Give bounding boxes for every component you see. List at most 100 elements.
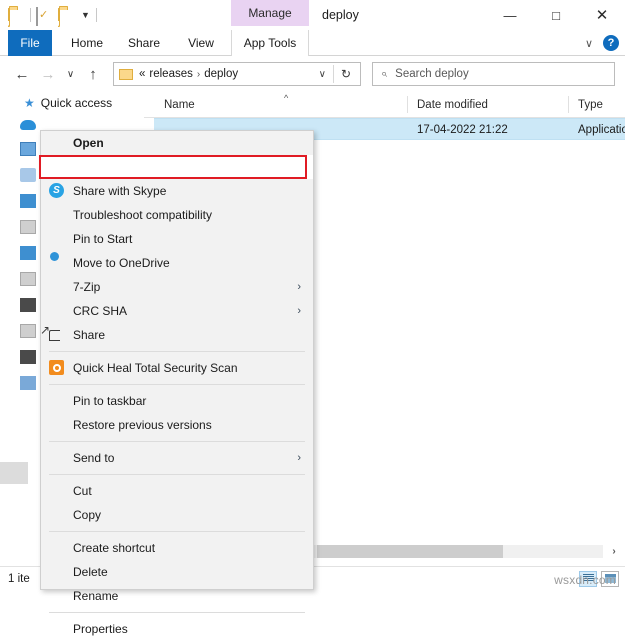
ribbon-right-controls: ∨ ? bbox=[585, 30, 619, 56]
skype-icon: S bbox=[49, 183, 65, 199]
menu-item-rename[interactable]: Rename bbox=[41, 584, 313, 608]
menu-item-label: Restore previous versions bbox=[73, 418, 212, 432]
column-header-name[interactable]: Name bbox=[164, 99, 195, 111]
new-folder-icon[interactable] bbox=[58, 7, 75, 27]
menu-item-label: Share bbox=[73, 328, 106, 342]
menu-item-open[interactable]: Open bbox=[41, 131, 313, 155]
chevron-right-icon: › bbox=[297, 281, 301, 293]
folder-icon bbox=[119, 68, 133, 80]
menu-item-pin-to-start[interactable]: Pin to Start bbox=[41, 227, 313, 251]
search-input[interactable]: Search deploy bbox=[395, 68, 469, 80]
menu-item-label: Rename bbox=[73, 589, 119, 603]
chevron-down-icon[interactable]: ∨ bbox=[585, 37, 593, 50]
tab-app-tools[interactable]: App Tools bbox=[231, 30, 309, 56]
quick-access-toolbar: ▼ bbox=[0, 0, 97, 30]
search-box[interactable]: ⌕ Search deploy bbox=[372, 62, 615, 86]
chevron-right-icon: › bbox=[297, 452, 301, 464]
sidebar-item-label: Quick access bbox=[40, 96, 113, 110]
sort-ascending-icon: ^ bbox=[284, 93, 289, 103]
refresh-icon[interactable]: ↻ bbox=[334, 67, 358, 81]
column-header-row: ^ Name Date modified Type bbox=[144, 92, 625, 118]
breadcrumb-item-releases[interactable]: releases bbox=[149, 68, 192, 80]
maximize-button[interactable]: □ bbox=[533, 0, 579, 30]
menu-item-label: Properties bbox=[73, 622, 128, 636]
menu-item-label: Cut bbox=[73, 484, 92, 498]
menu-item-label: CRC SHA bbox=[73, 304, 128, 318]
divider bbox=[30, 8, 31, 22]
column-divider[interactable] bbox=[407, 96, 408, 113]
menu-item-crc-sha[interactable]: CRC SHA › bbox=[41, 299, 313, 323]
column-divider[interactable] bbox=[568, 96, 569, 113]
tab-share[interactable]: Share bbox=[118, 30, 170, 56]
menu-item-label: Quick Heal Total Security Scan bbox=[73, 361, 238, 375]
menu-item-label: Create shortcut bbox=[73, 541, 156, 555]
search-icon: ⌕ bbox=[381, 67, 388, 80]
menu-item-create-shortcut[interactable]: Create shortcut bbox=[41, 536, 313, 560]
menu-item-7-zip[interactable]: 7-Zip › bbox=[41, 275, 313, 299]
column-header-date-modified[interactable]: Date modified bbox=[417, 99, 488, 111]
breadcrumb-overflow[interactable]: « bbox=[139, 68, 145, 80]
chevron-right-icon: › bbox=[297, 305, 301, 317]
folder-icon[interactable] bbox=[8, 7, 25, 27]
horizontal-scrollbar[interactable] bbox=[314, 545, 603, 558]
music-icon[interactable] bbox=[20, 272, 36, 286]
manage-contextual-tab[interactable]: Manage bbox=[231, 0, 309, 26]
chevron-down-icon[interactable]: ∨ bbox=[312, 69, 333, 80]
up-button[interactable]: ↑ bbox=[81, 62, 105, 86]
3d-objects-icon[interactable] bbox=[20, 168, 36, 182]
menu-item-pin-to-taskbar[interactable]: Pin to taskbar bbox=[41, 389, 313, 413]
menu-item-properties[interactable]: Properties bbox=[41, 617, 313, 641]
sidebar-item-quick-access[interactable]: ★ Quick access bbox=[0, 92, 144, 110]
close-button[interactable]: ✕ bbox=[579, 0, 625, 30]
menu-item-share-with-skype[interactable]: S Share with Skype bbox=[41, 179, 313, 203]
menu-separator bbox=[49, 474, 305, 475]
videos-icon[interactable] bbox=[20, 324, 36, 338]
scroll-right-arrow-icon[interactable]: › bbox=[605, 545, 623, 558]
sidebar-selected-row[interactable] bbox=[0, 462, 28, 484]
back-button[interactable]: ← bbox=[10, 62, 34, 86]
menu-item-move-to-onedrive[interactable]: Move to OneDrive bbox=[41, 251, 313, 275]
menu-item-copy[interactable]: Copy bbox=[41, 503, 313, 527]
chevron-down-icon[interactable]: ▼ bbox=[80, 10, 91, 20]
downloads-icon[interactable] bbox=[20, 246, 36, 260]
onedrive-icon[interactable] bbox=[20, 120, 36, 130]
menu-item-troubleshoot-compatibility[interactable]: Troubleshoot compatibility bbox=[41, 203, 313, 227]
onedrive-icon bbox=[49, 255, 65, 271]
navigation-bar: ← → ∨ ↑ « releases › deploy ∨ ↻ ⌕ Search… bbox=[0, 56, 625, 92]
menu-item-send-to[interactable]: Send to › bbox=[41, 446, 313, 470]
menu-item-run-as-administrator[interactable]: Run as administrator bbox=[39, 155, 313, 179]
network-icon[interactable] bbox=[20, 376, 36, 390]
tab-file[interactable]: File bbox=[8, 30, 52, 56]
menu-item-label: Pin to taskbar bbox=[73, 394, 147, 408]
help-icon[interactable]: ? bbox=[603, 35, 619, 51]
this-pc-icon[interactable] bbox=[20, 142, 36, 156]
documents-icon[interactable] bbox=[20, 220, 36, 234]
menu-item-restore-previous-versions[interactable]: Restore previous versions bbox=[41, 413, 313, 437]
menu-item-label: Share with Skype bbox=[73, 184, 167, 198]
menu-item-cut[interactable]: Cut bbox=[41, 479, 313, 503]
cell-type: Application bbox=[578, 124, 625, 136]
minimize-button[interactable]: — bbox=[487, 0, 533, 30]
forward-button[interactable]: → bbox=[36, 62, 60, 86]
breadcrumb-item-deploy[interactable]: deploy bbox=[204, 68, 238, 80]
properties-icon[interactable] bbox=[36, 6, 53, 26]
pictures-icon[interactable] bbox=[20, 298, 36, 312]
recent-locations-icon[interactable]: ∨ bbox=[62, 62, 79, 86]
chevron-right-icon: › bbox=[196, 68, 201, 80]
column-header-type[interactable]: Type bbox=[578, 99, 603, 111]
menu-item-quick-heal-total-security-scan[interactable]: Quick Heal Total Security Scan bbox=[41, 356, 313, 380]
desktop-icon[interactable] bbox=[20, 194, 36, 208]
menu-item-label: Troubleshoot compatibility bbox=[73, 208, 212, 222]
menu-separator bbox=[49, 351, 305, 352]
menu-separator bbox=[49, 384, 305, 385]
menu-item-share[interactable]: Share bbox=[41, 323, 313, 347]
tab-home[interactable]: Home bbox=[60, 30, 114, 56]
local-disk-icon[interactable] bbox=[20, 350, 36, 364]
tab-view[interactable]: View bbox=[178, 30, 224, 56]
scrollbar-thumb[interactable] bbox=[317, 545, 503, 558]
address-bar[interactable]: « releases › deploy ∨ ↻ bbox=[113, 62, 361, 86]
menu-item-label: Delete bbox=[73, 565, 108, 579]
menu-item-label: Open bbox=[73, 136, 104, 150]
menu-item-label: Run as administrator bbox=[73, 160, 184, 174]
menu-item-delete[interactable]: Delete bbox=[41, 560, 313, 584]
